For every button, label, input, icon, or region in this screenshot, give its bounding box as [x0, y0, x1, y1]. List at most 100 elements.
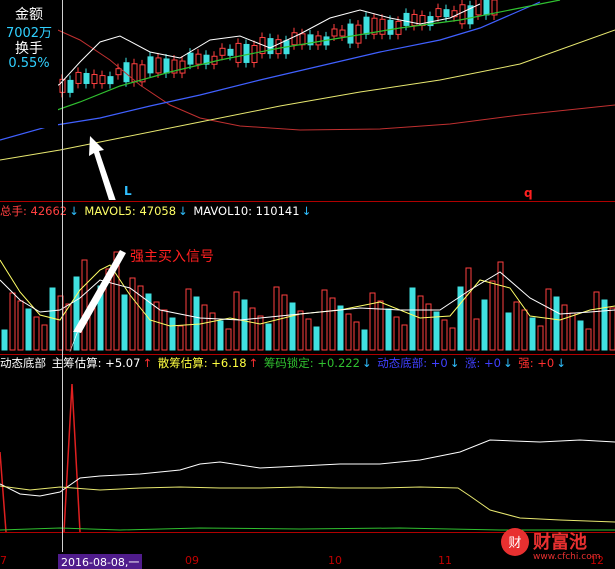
candle [219, 47, 226, 56]
candle [275, 39, 282, 55]
volume-bar [377, 300, 384, 351]
dynamic-bottom-label: 动态底部: +0 [377, 356, 448, 370]
volume-bar [249, 307, 256, 351]
turnover-value: 0.55% [8, 56, 50, 71]
volume-bar [265, 323, 272, 351]
candle [235, 42, 242, 63]
candle [227, 48, 234, 56]
volume-bar [593, 291, 600, 351]
volume-bar [185, 288, 192, 351]
volume-bar [393, 316, 400, 351]
price-ma-blue [0, 1, 541, 141]
candle [75, 71, 82, 84]
candle [115, 68, 122, 76]
stock-info-panel: 金额 7002万 换手 0.55% [0, 0, 58, 128]
volume-bar [521, 309, 528, 351]
rise-label: 涨: +0 [464, 356, 501, 370]
date-label-7: 7 [0, 554, 7, 567]
volume-bar [281, 294, 288, 351]
volume-bar [297, 310, 304, 351]
candle [155, 57, 162, 74]
candle [195, 53, 202, 65]
watermark-logo: 财 财富池 www.cfchi.com [499, 524, 611, 568]
candle [315, 35, 322, 46]
volume-bar [1, 329, 8, 351]
candle [435, 8, 442, 18]
candle [331, 28, 338, 37]
candle [363, 16, 370, 35]
candle [291, 32, 298, 46]
volume-bar [353, 321, 360, 351]
candle [179, 60, 186, 74]
volume-bar [473, 318, 480, 351]
volume-bar [257, 315, 264, 351]
volume-bar [241, 299, 248, 351]
volume-bar [345, 313, 352, 351]
volume-bar [41, 324, 48, 351]
volume-bar [409, 287, 416, 351]
volume-bar [9, 292, 16, 351]
volume-bar [177, 325, 184, 351]
volume-bar [305, 318, 312, 351]
down-arrow-icon: ↓ [301, 204, 312, 218]
price-L-mark: L [124, 184, 132, 198]
candle [267, 38, 274, 55]
volume-bar [313, 326, 320, 351]
volume-bar [497, 261, 504, 351]
volume-bar [81, 259, 88, 351]
volume-bar [545, 288, 552, 351]
volume-bar [553, 296, 560, 351]
candle [403, 12, 410, 26]
volume-bar [609, 307, 615, 351]
volume-bar [481, 299, 488, 351]
candle [91, 74, 98, 85]
date-label-09: 09 [185, 554, 199, 567]
volume-bar [193, 296, 200, 351]
volume-bar [225, 328, 232, 351]
volume-bar [329, 297, 336, 351]
volume-bar [65, 303, 72, 351]
strong-signal-spike [63, 383, 81, 533]
volume-bar [529, 317, 536, 351]
volume-bar [537, 325, 544, 351]
price-q-mark: q [524, 186, 533, 200]
volume-bar [361, 329, 368, 351]
down-arrow-icon: ↓ [449, 356, 460, 370]
volume-bar [569, 312, 576, 351]
down-arrow-icon: ↓ [361, 356, 372, 370]
volume-bar [369, 292, 376, 351]
watermark-url: www.cfchi.com [533, 552, 601, 562]
down-arrow-icon: ↓ [556, 356, 566, 370]
volume-bar [201, 304, 208, 351]
candle [299, 33, 306, 46]
retail-chip-line [0, 485, 615, 523]
volume-legend: 总手: 42662 ↓ MAVOL5: 47058 ↓ MAVOL10: 11014… [0, 203, 313, 219]
stock-chart-window: 金额 7002万 换手 0.55% L q 总手: 42662 ↓ MAVOL5:… [0, 0, 615, 569]
date-label-11: 11 [438, 554, 452, 567]
price-panel[interactable] [0, 0, 615, 200]
volume-bar [449, 327, 456, 351]
volume-bar [489, 280, 496, 351]
volume-bar [169, 317, 176, 351]
volume-bar [441, 319, 448, 351]
candle [147, 56, 154, 74]
candle [243, 43, 250, 63]
main-chip-label: 主筹估算: +5.07 [51, 356, 141, 370]
volume-total-label: 总手: 42662 [0, 204, 68, 218]
volume-bar [417, 295, 424, 351]
down-arrow-icon: ↓ [502, 356, 513, 370]
svg-text:财: 财 [508, 536, 521, 551]
volume-bar [273, 286, 280, 351]
candle [347, 23, 354, 44]
date-label-10: 10 [328, 554, 342, 567]
down-arrow-icon: ↓ [178, 204, 188, 218]
candle [99, 75, 106, 85]
crosshair-vertical-line[interactable] [62, 0, 63, 552]
volume-bar [33, 316, 40, 351]
candle [443, 9, 450, 18]
volume-bar [577, 320, 584, 351]
down-arrow-icon: ↓ [69, 204, 79, 218]
volume-bar [289, 302, 296, 351]
volume-panel[interactable] [0, 220, 615, 352]
mavol10-label: MAVOL10: 110141 [193, 204, 300, 218]
